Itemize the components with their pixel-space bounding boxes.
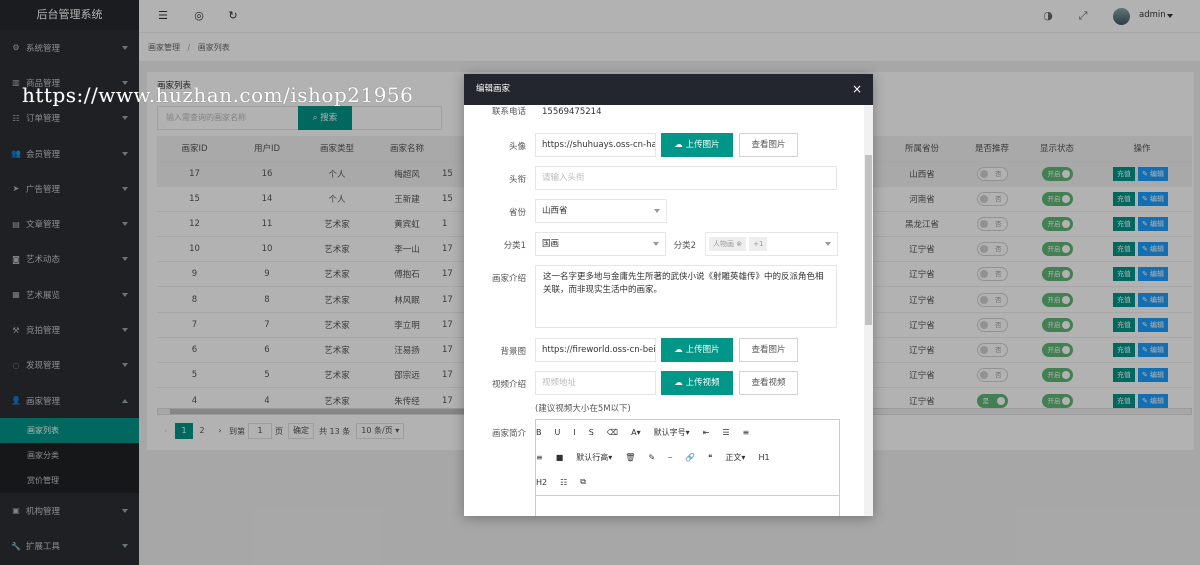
editor-tool[interactable]: 🗑 bbox=[625, 453, 635, 462]
honorific-label: 头衔 bbox=[508, 175, 526, 185]
view-video-button[interactable]: 查看视频 bbox=[739, 371, 798, 395]
video-label: 视频介绍 bbox=[491, 380, 526, 390]
editor-tool[interactable]: ❝ bbox=[708, 453, 712, 462]
editor-tool[interactable]: ■ bbox=[556, 453, 564, 462]
modal-title: 编辑画家 bbox=[476, 84, 511, 94]
video-row: 视频介绍 视频地址 ☁ 上传视频 查看视频 bbox=[464, 371, 864, 395]
category2-tag-label: 人物画 bbox=[713, 240, 734, 248]
modal-scrollbar-thumb[interactable] bbox=[865, 155, 872, 325]
editor-toolbar-row-3: H2 ☷ ⧉ bbox=[536, 477, 599, 487]
avatar-url-field[interactable]: https://shuhuays.oss-cn-hang bbox=[535, 133, 656, 157]
editor-tool[interactable]: ≡ bbox=[536, 453, 543, 462]
close-icon[interactable]: × bbox=[852, 74, 862, 105]
phone-label: 联系电话 bbox=[491, 107, 526, 117]
background-url-field[interactable]: https://fireworld.oss-cn-beijin bbox=[535, 338, 656, 362]
upload-image-button[interactable]: ☁ 上传图片 bbox=[661, 133, 733, 157]
editor-tool[interactable]: ⌫ bbox=[607, 428, 618, 437]
editor-tool[interactable]: ☰ bbox=[722, 428, 729, 437]
upload-background-button[interactable]: ☁ 上传图片 bbox=[661, 338, 733, 362]
category2-select[interactable]: 人物画 ⊗ +1 bbox=[705, 232, 838, 256]
editor-tool[interactable]: ⎯ bbox=[668, 453, 672, 463]
editor-tool[interactable]: A▾ bbox=[631, 428, 641, 437]
editor-tool[interactable]: ≡ bbox=[743, 428, 750, 437]
modal-header: 编辑画家 × bbox=[464, 74, 873, 105]
view-image-button[interactable]: 查看图片 bbox=[739, 133, 798, 157]
category1-label: 分类1 bbox=[503, 241, 526, 251]
phone-row: 联系电话 15569475214 bbox=[464, 105, 864, 120]
upload-video-button[interactable]: ☁ 上传视频 bbox=[661, 371, 733, 395]
watermark: https://www.huzhan.com/ishop21956 bbox=[22, 83, 414, 107]
view-background-button[interactable]: 查看图片 bbox=[739, 338, 798, 362]
brief-label: 画家简介 bbox=[491, 429, 526, 439]
province-label: 省份 bbox=[508, 208, 526, 218]
video-url-field[interactable]: 视频地址 bbox=[535, 371, 656, 395]
category2-tag: 人物画 ⊗ bbox=[709, 237, 747, 251]
phone-field[interactable]: 15569475214 bbox=[535, 105, 865, 124]
honorific-field[interactable]: 请输入头衔 bbox=[535, 166, 837, 190]
title-row: 头衔 请输入头衔 bbox=[464, 166, 864, 190]
chevron-down-icon bbox=[825, 242, 831, 246]
editor-tool[interactable]: 默认行高▾ bbox=[576, 452, 612, 463]
intro-label: 画家介绍 bbox=[491, 274, 526, 284]
editor-tool[interactable]: H1 bbox=[758, 453, 769, 462]
intro-row: 画家介绍 这一名字更多地与金庸先生所著的武侠小说《射雕英雄传》中的反派角色相关联… bbox=[464, 265, 864, 328]
modal-body: 联系电话 15569475214 头像 https://shuhuays.oss… bbox=[464, 105, 873, 516]
province-row: 省份 山西省 bbox=[464, 199, 864, 223]
avatar-label: 头像 bbox=[508, 142, 526, 152]
editor-tool[interactable]: ☷ bbox=[560, 478, 567, 487]
editor-tool[interactable]: U bbox=[555, 428, 561, 437]
editor-toolbar-row-1: B U I S ⌫ A▾ 默认字号▾ ⇤ ☰ ≡ bbox=[536, 427, 762, 438]
editor-tool[interactable]: B bbox=[536, 428, 542, 437]
editor-tool[interactable]: H2 bbox=[536, 478, 547, 487]
upload-background-label: 上传图片 bbox=[685, 345, 720, 355]
editor-toolbar-row-2: ≡ ■ 默认行高▾ 🗑 ✎ ⎯ 🔗 ❝ 正文▾ H1 bbox=[536, 452, 783, 463]
cloud-upload-icon: ☁ bbox=[674, 378, 686, 388]
editor-tool[interactable]: ⇤ bbox=[703, 428, 710, 437]
upload-image-label: 上传图片 bbox=[685, 140, 720, 150]
cloud-upload-icon: ☁ bbox=[674, 140, 686, 150]
category1-value: 国画 bbox=[542, 239, 560, 249]
editor-divider bbox=[536, 495, 839, 496]
province-select[interactable]: 山西省 bbox=[535, 199, 667, 223]
editor-tool[interactable]: 正文▾ bbox=[725, 452, 745, 463]
category2-more: +1 bbox=[749, 237, 768, 251]
video-hint: (建议视频大小在5M以下) bbox=[535, 404, 631, 414]
modal-scrollbar[interactable] bbox=[864, 105, 873, 516]
intro-textarea[interactable]: 这一名字更多地与金庸先生所著的武侠小说《射雕英雄传》中的反派角色相关联，而非现实… bbox=[535, 265, 837, 328]
editor-tool[interactable]: ✎ bbox=[648, 453, 655, 462]
avatar-row: 头像 https://shuhuays.oss-cn-hang ☁ 上传图片 查… bbox=[464, 133, 864, 157]
edit-painter-modal: 编辑画家 × 联系电话 15569475214 头像 https://shuhu… bbox=[464, 74, 873, 516]
editor-tool[interactable]: I bbox=[573, 428, 575, 437]
editor-tool[interactable]: 默认字号▾ bbox=[654, 427, 690, 438]
background-label: 背景图 bbox=[500, 347, 526, 357]
upload-video-label: 上传视频 bbox=[685, 378, 720, 388]
chevron-down-icon bbox=[654, 209, 660, 213]
cloud-upload-icon: ☁ bbox=[674, 345, 686, 355]
province-value: 山西省 bbox=[542, 206, 568, 216]
editor-tool[interactable]: ⧉ bbox=[580, 477, 586, 487]
background-row: 背景图 https://fireworld.oss-cn-beijin ☁ 上传… bbox=[464, 338, 864, 362]
editor-tool[interactable]: S bbox=[589, 428, 594, 437]
category-row: 分类1 国画 分类2 人物画 ⊗ +1 bbox=[464, 232, 864, 256]
category2-label: 分类2 bbox=[673, 241, 696, 251]
editor-tool[interactable]: 🔗 bbox=[685, 453, 695, 462]
